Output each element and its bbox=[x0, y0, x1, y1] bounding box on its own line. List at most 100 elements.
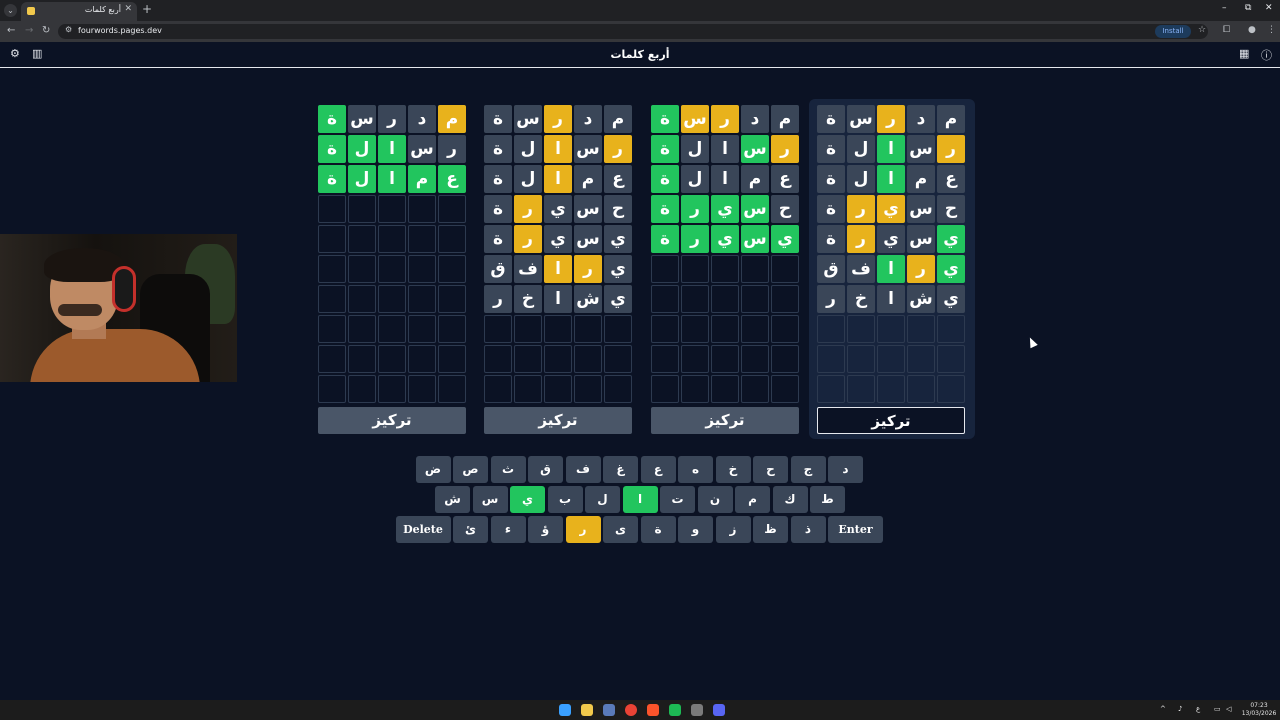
board-row bbox=[651, 315, 801, 343]
key[interactable]: ى bbox=[603, 516, 638, 543]
tile-empty bbox=[318, 345, 346, 373]
calendar-icon[interactable]: ▦ bbox=[1239, 47, 1249, 60]
back-arrow-icon[interactable]: ← bbox=[7, 25, 15, 36]
tile-gray: خ bbox=[847, 285, 875, 313]
board-row: مدرسة bbox=[318, 105, 468, 133]
system-clock[interactable]: 07:23 13/03/2026 bbox=[1241, 702, 1277, 718]
site-info-icon[interactable]: ⚙ bbox=[65, 25, 72, 34]
key[interactable]: ق bbox=[528, 456, 563, 483]
tile-gray: د bbox=[408, 105, 436, 133]
chrome-icon[interactable] bbox=[625, 704, 637, 716]
bookmark-star-icon[interactable]: ☆ bbox=[1198, 25, 1206, 35]
tile-empty bbox=[574, 375, 602, 403]
delete-key[interactable]: Delete bbox=[395, 516, 451, 543]
tile-empty bbox=[651, 345, 679, 373]
board-row: رسالة bbox=[817, 135, 967, 163]
volume-icon[interactable]: ◁ bbox=[1226, 705, 1231, 713]
key[interactable]: ث bbox=[490, 456, 526, 483]
key[interactable]: غ bbox=[603, 456, 638, 483]
app-icon-2[interactable] bbox=[691, 704, 703, 716]
tile-gray: ي bbox=[937, 285, 965, 313]
tab-search-chevron-icon[interactable]: ⌄ bbox=[4, 4, 17, 17]
tile-gray: ح bbox=[604, 195, 632, 223]
install-app-button[interactable]: Install bbox=[1155, 25, 1191, 38]
browser-menu-icon[interactable]: ⋮ bbox=[1267, 25, 1276, 35]
tile-empty bbox=[348, 225, 376, 253]
key[interactable]: ؤ bbox=[528, 516, 563, 543]
tile-empty bbox=[408, 225, 436, 253]
key[interactable]: ب bbox=[547, 486, 583, 513]
language-indicator[interactable]: ع bbox=[1196, 705, 1200, 713]
address-bar[interactable]: ⚙ fourwords.pages.dev bbox=[58, 24, 1208, 39]
key[interactable]: م bbox=[735, 486, 770, 513]
key-yellow[interactable]: ر bbox=[565, 516, 601, 543]
app-icon[interactable] bbox=[669, 704, 681, 716]
key[interactable]: ئ bbox=[453, 516, 488, 543]
key[interactable]: ظ bbox=[753, 516, 788, 543]
key[interactable]: ة bbox=[640, 516, 676, 543]
reload-icon[interactable]: ↻ bbox=[42, 25, 50, 36]
store-icon[interactable] bbox=[603, 704, 615, 716]
tray-chevron-icon[interactable]: ^ bbox=[1160, 705, 1166, 713]
key[interactable]: ز bbox=[715, 516, 751, 543]
key-green[interactable]: ي bbox=[510, 486, 545, 513]
forward-arrow-icon[interactable]: → bbox=[25, 25, 33, 36]
browser-tab[interactable]: أربع كلمات ✕ bbox=[21, 2, 137, 21]
key[interactable]: ع bbox=[640, 456, 676, 483]
extensions-icon[interactable]: ⧠ bbox=[1223, 25, 1230, 35]
tile-gray: م bbox=[604, 105, 632, 133]
key[interactable]: ك bbox=[772, 486, 808, 513]
tile-gray: م bbox=[574, 165, 602, 193]
focus-button[interactable]: تركيز bbox=[484, 407, 632, 434]
key[interactable]: ء bbox=[490, 516, 526, 543]
restore-icon[interactable]: ⧉ bbox=[1245, 3, 1251, 13]
tile-gray: ي bbox=[604, 255, 632, 283]
tile-gray: س bbox=[907, 225, 935, 253]
board-row bbox=[651, 375, 801, 403]
tile-gray: ر bbox=[817, 285, 845, 313]
key[interactable]: ج bbox=[790, 456, 826, 483]
focus-button[interactable]: تركيز bbox=[651, 407, 799, 434]
network-icon[interactable]: ▭ bbox=[1214, 705, 1221, 713]
file-explorer-icon[interactable] bbox=[581, 704, 593, 716]
discord-icon[interactable] bbox=[713, 704, 725, 716]
profile-avatar-icon[interactable]: ● bbox=[1248, 25, 1256, 35]
key[interactable]: د bbox=[828, 456, 863, 483]
key[interactable]: ف bbox=[565, 456, 601, 483]
tile-empty bbox=[378, 225, 406, 253]
key[interactable]: ض bbox=[415, 456, 451, 483]
tab-close-icon[interactable]: ✕ bbox=[124, 4, 132, 14]
key[interactable]: ش bbox=[435, 486, 470, 513]
focus-button[interactable]: تركيز bbox=[817, 407, 965, 434]
board-row: عمالة bbox=[484, 165, 634, 193]
key[interactable]: ط bbox=[810, 486, 845, 513]
tile-yellow: ر bbox=[514, 225, 542, 253]
new-tab-plus-icon[interactable]: + bbox=[142, 2, 152, 16]
key[interactable]: و bbox=[678, 516, 713, 543]
board-row: يرافق bbox=[484, 255, 634, 283]
key[interactable]: ل bbox=[585, 486, 620, 513]
key[interactable]: ه bbox=[678, 456, 713, 483]
minimize-icon[interactable]: – bbox=[1222, 3, 1227, 13]
tile-gray: س bbox=[574, 135, 602, 163]
key[interactable]: ص bbox=[453, 456, 488, 483]
start-icon[interactable] bbox=[559, 704, 571, 716]
window-close-icon[interactable]: ✕ bbox=[1265, 3, 1273, 13]
key[interactable]: س bbox=[472, 486, 508, 513]
enter-key[interactable]: Enter bbox=[828, 516, 883, 543]
mic-icon[interactable]: ♪ bbox=[1178, 705, 1182, 713]
tile-empty bbox=[651, 285, 679, 313]
key[interactable]: ذ bbox=[790, 516, 826, 543]
key[interactable]: خ bbox=[715, 456, 751, 483]
key[interactable]: ت bbox=[660, 486, 695, 513]
tile-empty bbox=[877, 375, 905, 403]
info-icon[interactable]: ⓘ bbox=[1261, 47, 1272, 63]
key-green[interactable]: ا bbox=[622, 486, 658, 513]
brave-icon[interactable] bbox=[647, 704, 659, 716]
focus-button[interactable]: تركيز bbox=[318, 407, 466, 434]
key[interactable]: ن bbox=[697, 486, 733, 513]
tile-green: ا bbox=[378, 165, 406, 193]
tile-gray: س bbox=[574, 195, 602, 223]
tile-green: م bbox=[408, 165, 436, 193]
key[interactable]: ح bbox=[753, 456, 788, 483]
